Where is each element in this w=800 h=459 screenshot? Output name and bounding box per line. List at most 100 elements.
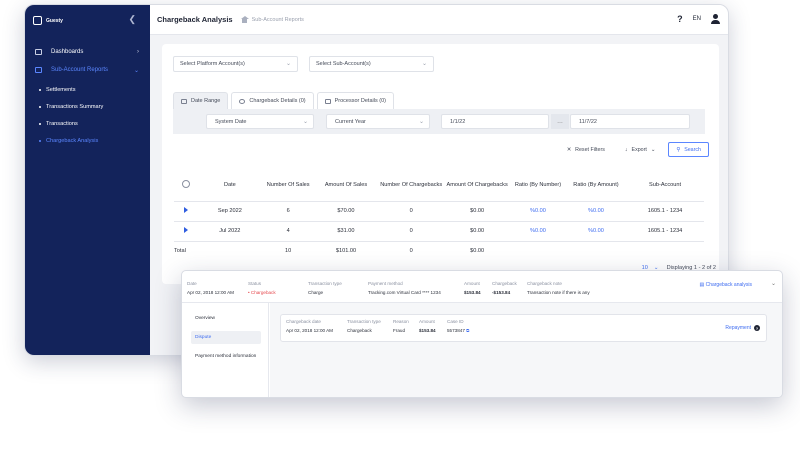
help-icon[interactable]: ? — [677, 14, 683, 24]
tab-processor-details[interactable]: Processor Details (0) — [316, 92, 394, 109]
sidebar-subitem-settlements[interactable]: Settlements — [25, 81, 150, 98]
column-header[interactable]: Number Of Sales — [262, 171, 314, 202]
detail-nav-dispute[interactable]: Dispute — [191, 331, 261, 344]
search-label: Search — [684, 146, 701, 153]
export-label: Export — [631, 146, 647, 153]
dispute-chargeback-date: Chargeback date Apr 02, 2018 12:00 AM — [286, 317, 333, 335]
top-right-controls: ? EN — [677, 14, 720, 24]
top-bar: Chargeback Analysis Sub-Account Reports … — [150, 5, 728, 35]
detail-side-nav: Overview Dispute Payment method informat… — [182, 303, 269, 397]
tab-chargeback-details[interactable]: Chargeback Details (0) — [231, 92, 314, 109]
dashboard-icon — [35, 49, 42, 55]
detail-value: $153.84 — [419, 328, 436, 333]
sidebar: Guesty ❮ Dashboards › Sub-Account Report… — [25, 5, 150, 355]
cell-ratio-by-number[interactable]: %0.00 — [510, 221, 566, 242]
row-expander[interactable] — [174, 221, 198, 242]
status-badge: • Chargeback — [248, 290, 276, 295]
cell-date: Sep 2022 — [197, 201, 263, 222]
cell-sub-account: 1605.1 - 1234 — [626, 201, 704, 222]
search-icon: ⚲ — [676, 146, 681, 153]
chargeback-analysis-button[interactable]: ▤ Chargeback analysis — [699, 282, 752, 288]
reset-filters-button[interactable]: ✕ Reset Filters — [559, 142, 612, 157]
sidebar-item-sub-account-reports[interactable]: Sub-Account Reports ⌄ — [25, 61, 150, 79]
column-header[interactable]: Ratio (By Number) — [510, 171, 566, 202]
row-expander[interactable] — [174, 201, 198, 222]
sidebar-item-label: Sub-Account Reports — [51, 67, 109, 73]
detail-value: $153.84 — [464, 290, 481, 295]
sidebar-item-dashboards[interactable]: Dashboards › — [25, 43, 150, 61]
breadcrumb[interactable]: Sub-Account Reports — [252, 17, 304, 23]
chevron-down-icon[interactable]: ⌄ — [771, 280, 776, 287]
column-settings[interactable] — [174, 171, 198, 202]
detail-main: Chargeback date Apr 02, 2018 12:00 AM Tra… — [270, 303, 782, 397]
repayment-link[interactable]: Repayment? — [725, 325, 760, 331]
copy-icon[interactable]: ⧉ — [466, 328, 469, 333]
cell-ratio-by-amount[interactable]: %0.00 — [565, 201, 627, 222]
collapse-sidebar-icon[interactable]: ❮ — [128, 14, 136, 25]
table-row[interactable]: Sep 2022 6 $70.00 0 $0.00 %0.00 %0.00 16… — [174, 201, 704, 222]
column-header[interactable]: Date — [197, 171, 263, 202]
detail-header: Date Apr 02, 2018 12:00 AM Status • Charge… — [182, 271, 782, 303]
info-icon[interactable]: ? — [754, 325, 760, 331]
chevron-down-icon: ⌄ — [418, 119, 424, 125]
case-id-value: 5573847 — [447, 328, 465, 333]
filter-tabs: Date Range Chargeback Details (0) Proces… — [173, 92, 394, 109]
column-header[interactable]: Number Of Chargebacks — [378, 171, 445, 202]
detail-label: Payment method — [368, 281, 403, 286]
sidebar-item-label: Dashboards — [51, 49, 84, 55]
user-icon[interactable] — [711, 14, 720, 24]
date-to-input[interactable]: 11/7/22 — [570, 114, 690, 129]
sidebar-subitem-transactions-summary[interactable]: Transactions Summary — [25, 98, 150, 115]
chevron-down-icon: ⌄ — [421, 61, 427, 67]
cell-amount-of-chargebacks: $0.00 — [444, 221, 511, 242]
period-select[interactable]: Current Year ⌄ — [326, 114, 430, 129]
sidebar-nav: Dashboards › Sub-Account Reports ⌄ Settl… — [25, 43, 150, 149]
detail-nav-overview[interactable]: Overview — [191, 312, 261, 325]
search-button[interactable]: ⚲ Search — [668, 142, 709, 157]
date-from-value: 1/1/22 — [450, 118, 466, 125]
logo-text: Guesty — [46, 17, 63, 24]
date-to-value: 11/7/22 — [579, 118, 597, 125]
column-header[interactable]: Sub-Account — [626, 171, 704, 202]
sub-account-placeholder: Select Sub-Account(s) — [316, 61, 371, 67]
detail-label: Case ID — [447, 319, 464, 324]
language-switch[interactable]: EN — [693, 16, 701, 22]
detail-nav-payment-method[interactable]: Payment method information — [191, 350, 261, 363]
cell-sub-account: 1605.1 - 1234 — [626, 221, 704, 242]
detail-label: Chargeback — [492, 281, 517, 286]
download-icon: ↓ — [624, 146, 628, 153]
column-header[interactable]: Ratio (By Amount) — [565, 171, 627, 202]
date-from-input[interactable]: 1/1/22 — [441, 114, 549, 129]
sidebar-subitem-transactions[interactable]: Transactions — [25, 115, 150, 132]
empty-cell — [510, 241, 566, 261]
column-header[interactable]: Amount Of Sales — [313, 171, 379, 202]
bullet-icon — [39, 139, 41, 142]
date-type-select[interactable]: System Date ⌄ — [206, 114, 314, 129]
sidebar-subitem-chargeback-analysis[interactable]: Chargeback Analysis — [25, 132, 150, 149]
total-amount-of-chargebacks: $0.00 — [470, 248, 485, 255]
cell-ratio-by-amount[interactable]: %0.00 — [565, 221, 627, 242]
gear-icon — [181, 180, 190, 189]
tab-date-range[interactable]: Date Range — [173, 92, 229, 109]
cell-amount-of-chargebacks: $0.00 — [444, 201, 511, 222]
detail-label: Amount — [464, 281, 480, 286]
detail-value: Apr 02, 2018 12:00 AM — [286, 328, 333, 333]
empty-cell — [566, 241, 626, 261]
detail-amount: Amount $153.84 — [464, 279, 481, 297]
sub-account-select[interactable]: Select Sub-Account(s) ⌄ — [309, 56, 434, 72]
platform-account-select[interactable]: Select Platform Account(s) ⌄ — [173, 56, 298, 72]
detail-transaction-type: Transaction type Charge — [308, 279, 342, 297]
detail-chargeback-note: Chargeback note Transaction note if there… — [527, 279, 590, 297]
export-button[interactable]: ↓ Export ⌄ — [617, 142, 663, 157]
detail-label: Chargeback note — [527, 281, 562, 286]
table-row[interactable]: Jul 2022 4 $31.00 0 $0.00 %0.00 %0.00 16… — [174, 221, 704, 242]
cell-number-of-sales: 4 — [262, 221, 314, 242]
date-type-value: System Date — [215, 118, 247, 125]
cell-number-of-chargebacks: 0 — [378, 221, 445, 242]
chargeback-table: Date Number Of Sales Amount Of Sales Num… — [174, 171, 704, 261]
detail-label: Chargeback date — [286, 319, 321, 324]
cell-ratio-by-number[interactable]: %0.00 — [510, 201, 566, 222]
home-icon[interactable] — [240, 16, 249, 23]
detail-value: Fraud — [393, 328, 406, 333]
column-header[interactable]: Amount Of Chargebacks — [444, 171, 511, 202]
